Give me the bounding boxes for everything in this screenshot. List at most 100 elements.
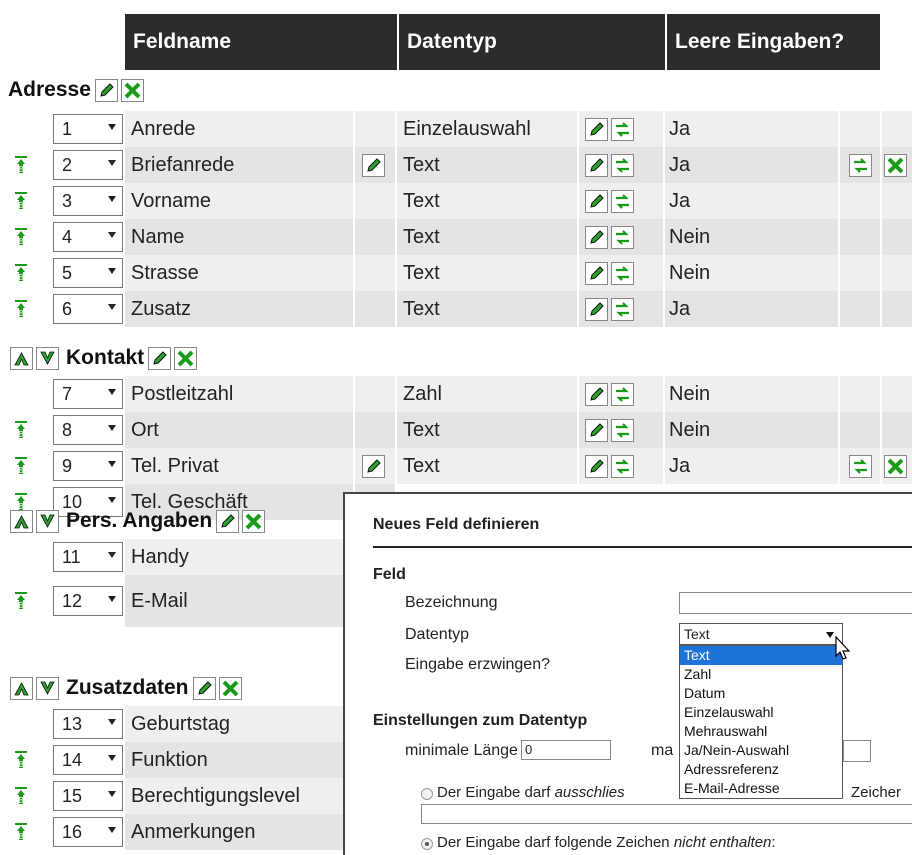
field-edit-cell: [355, 147, 395, 183]
group-title: Pers. Angaben: [66, 509, 213, 532]
chevron-down-icon: [108, 196, 116, 202]
position-select[interactable]: 9: [53, 451, 123, 481]
edit-icon[interactable]: [94, 78, 118, 102]
type-actions: [579, 219, 663, 255]
delete-icon[interactable]: [174, 346, 198, 370]
type-actions: [579, 412, 663, 448]
datentyp-option[interactable]: E-Mail-Adresse: [680, 779, 842, 798]
position-select[interactable]: 3: [53, 186, 123, 216]
edit-icon[interactable]: [362, 153, 385, 177]
datentyp-option[interactable]: Zahl: [680, 665, 842, 684]
reorder-icon[interactable]: B: [14, 456, 28, 476]
field-name: Zusatz: [125, 291, 353, 327]
edit-icon[interactable]: [585, 454, 608, 478]
radio-not-contain[interactable]: [421, 838, 433, 850]
convert-icon[interactable]: [611, 418, 634, 442]
chevron-down-icon: [108, 425, 116, 431]
reorder-icon[interactable]: B: [14, 263, 28, 283]
datentyp-select[interactable]: Text: [679, 623, 843, 645]
position-select[interactable]: 2: [53, 150, 123, 180]
edit-icon[interactable]: [585, 153, 608, 177]
move-down-icon[interactable]: [36, 509, 59, 533]
edit-icon[interactable]: [585, 189, 608, 213]
position-select[interactable]: 13: [53, 709, 123, 739]
field-name: Strasse: [125, 255, 353, 291]
reorder-icon[interactable]: B: [14, 227, 28, 247]
position-select[interactable]: 1: [53, 114, 123, 144]
position-select[interactable]: 7: [53, 379, 123, 409]
position-select[interactable]: 14: [53, 745, 123, 775]
datentyp-option[interactable]: Einzelauswahl: [680, 703, 842, 722]
convert-icon[interactable]: [611, 117, 634, 141]
position-select[interactable]: 5: [53, 258, 123, 288]
datentyp-option[interactable]: Ja/Nein-Auswahl: [680, 741, 842, 760]
move-down-icon[interactable]: [36, 346, 59, 370]
convert-icon[interactable]: [611, 153, 634, 177]
max-length-input[interactable]: [843, 740, 871, 762]
chevron-down-icon: [108, 124, 116, 130]
datentyp-option[interactable]: Mehrauswahl: [680, 722, 842, 741]
new-field-dialog: Neues Feld definieren Feld Bezeichnung D…: [343, 492, 912, 855]
edit-icon[interactable]: [585, 382, 608, 406]
move-up-icon[interactable]: [10, 676, 33, 700]
type-actions: [579, 448, 663, 484]
delete-icon[interactable]: [884, 454, 907, 478]
reorder-icon[interactable]: B: [14, 591, 28, 611]
convert-icon[interactable]: [611, 297, 634, 321]
field-name: Anrede: [125, 111, 353, 147]
position-value: 2: [62, 154, 73, 175]
reorder-icon[interactable]: B: [14, 420, 28, 440]
delete-icon[interactable]: [884, 153, 907, 177]
edit-icon[interactable]: [216, 509, 240, 533]
row-ops-cell: [840, 412, 880, 448]
delete-icon[interactable]: [120, 78, 144, 102]
position-select[interactable]: 12: [53, 586, 123, 616]
edit-icon[interactable]: [585, 297, 608, 321]
convert-icon[interactable]: [848, 454, 872, 478]
move-up-icon[interactable]: [10, 346, 33, 370]
position-select[interactable]: 4: [53, 222, 123, 252]
position-select[interactable]: 8: [53, 415, 123, 445]
section-field: Feld: [373, 566, 406, 583]
reorder-icon[interactable]: B: [14, 750, 28, 770]
bezeichnung-input[interactable]: [679, 592, 912, 614]
reorder-icon[interactable]: B: [14, 155, 28, 175]
svg-text:B: B: [18, 237, 23, 246]
edit-icon[interactable]: [585, 225, 608, 249]
field-edit-cell: [355, 376, 395, 412]
field-edit-cell: [355, 111, 395, 147]
convert-icon[interactable]: [848, 153, 872, 177]
convert-icon[interactable]: [611, 382, 634, 406]
position-select[interactable]: 15: [53, 781, 123, 811]
convert-icon[interactable]: [611, 261, 634, 285]
delete-icon[interactable]: [242, 509, 266, 533]
edit-icon[interactable]: [585, 418, 608, 442]
reorder-icon[interactable]: B: [14, 191, 28, 211]
edit-icon[interactable]: [585, 261, 608, 285]
allowed-chars-input[interactable]: [421, 804, 912, 824]
position-select[interactable]: 11: [53, 542, 123, 572]
datentyp-option[interactable]: Adressreferenz: [680, 760, 842, 779]
reorder-icon[interactable]: B: [14, 822, 28, 842]
radio-allowed-only[interactable]: [421, 788, 433, 800]
edit-icon[interactable]: [362, 454, 385, 478]
datentyp-option[interactable]: Datum: [680, 684, 842, 703]
edit-icon[interactable]: [585, 117, 608, 141]
edit-icon[interactable]: [148, 346, 172, 370]
position-select[interactable]: 6: [53, 294, 123, 324]
field-type: Text: [397, 219, 577, 255]
position-select[interactable]: 16: [53, 817, 123, 847]
datentyp-option[interactable]: Text: [680, 646, 842, 665]
position-value: 12: [62, 590, 83, 611]
reorder-icon[interactable]: B: [14, 786, 28, 806]
delete-icon[interactable]: [218, 676, 242, 700]
edit-icon[interactable]: [192, 676, 216, 700]
convert-icon[interactable]: [611, 225, 634, 249]
move-down-icon[interactable]: [36, 676, 59, 700]
convert-icon[interactable]: [611, 454, 634, 478]
move-up-icon[interactable]: [10, 509, 33, 533]
reorder-icon[interactable]: B: [14, 299, 28, 319]
convert-icon[interactable]: [611, 189, 634, 213]
field-type: Text: [397, 291, 577, 327]
min-length-input[interactable]: 0: [521, 740, 611, 760]
